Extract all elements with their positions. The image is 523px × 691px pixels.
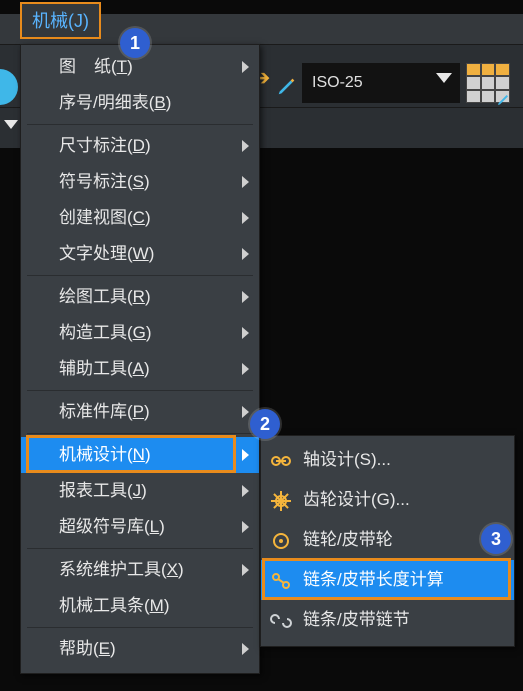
submenu-item-1[interactable]: 齿轮设计(G)... [261,480,514,520]
chevron-right-icon [242,327,249,339]
menu-item-6[interactable]: 绘图工具(R) [21,279,259,315]
sprocket-icon [269,528,293,552]
menu-item-label: 标准件库(P) [59,402,150,421]
separator [27,390,253,391]
chevron-down-icon[interactable] [4,120,18,129]
separator [27,627,253,628]
menu-item-label: 帮助(E) [59,639,116,658]
separator [27,548,253,549]
menu-item-label: 系统维护工具(X) [59,560,184,579]
mechanical-design-submenu: 轴设计(S)... 齿轮设计(G)... 链轮/皮带轮链条/皮带长度计算链条/皮带链… [260,435,515,647]
callout-badge-2: 2 [250,409,280,439]
menu-item-1[interactable]: 序号/明细表(B) [21,85,259,121]
menu-item-label: 符号标注(S) [59,172,150,191]
chevron-right-icon [242,363,249,375]
table-style-button[interactable] [466,63,510,103]
separator [27,124,253,125]
menu-item-12[interactable]: 超级符号库(L) [21,509,259,545]
chevron-right-icon [242,406,249,418]
menu-item-label: 辅助工具(A) [59,359,150,378]
chevron-right-icon [242,564,249,576]
menu-item-2[interactable]: 尺寸标注(D) [21,128,259,164]
chevron-right-icon [242,212,249,224]
mechanical-menu: 图纸(T) 序号/明细表(B) 尺寸标注(D) 符号标注(S) 创建视图(C) 文字处理(… [20,44,260,674]
gear-icon [269,488,293,512]
submenu-item-4[interactable]: 链条/皮带链节 [261,600,514,640]
menu-item-9[interactable]: 标准件库(P) [21,394,259,430]
menu-item-4[interactable]: 创建视图(C) [21,200,259,236]
ribbon-tab-handle[interactable] [0,69,18,105]
menu-item-10[interactable]: 机械设计(N) [21,437,259,473]
menu-item-15[interactable]: 帮助(E) [21,631,259,667]
menu-item-3[interactable]: 符号标注(S) [21,164,259,200]
menu-item-label: 序号/明细表(B) [59,93,171,112]
menu-mechanical[interactable]: 机械(J) [20,2,101,39]
menu-item-label: 绘图工具(R) [59,287,151,306]
chevron-right-icon [242,643,249,655]
menu-item-label: 尺寸标注(D) [59,136,151,155]
chevron-right-icon [242,485,249,497]
menu-item-8[interactable]: 辅助工具(A) [21,351,259,387]
chain-length-icon [269,568,293,592]
submenu-item-label: 链条/皮带长度计算 [303,570,444,589]
menu-item-label: 超级符号库(L) [59,517,165,536]
menu-item-13[interactable]: 系统维护工具(X) [21,552,259,588]
chevron-right-icon [242,521,249,533]
callout-badge-3: 3 [481,524,511,554]
callout-badge-1: 1 [120,28,150,58]
menu-item-label: 报表工具(J) [59,481,147,500]
shaft-icon [269,448,293,472]
chevron-right-icon [242,449,249,461]
submenu-item-label: 齿轮设计(G)... [303,490,410,509]
menu-item-label: 图纸(T) [59,57,133,76]
chevron-down-icon [436,73,452,83]
submenu-item-0[interactable]: 轴设计(S)... [261,440,514,480]
pencil-icon [276,75,298,97]
chain-link-icon [269,608,293,632]
menu-item-label: 文字处理(W) [59,244,154,263]
chevron-right-icon [242,248,249,260]
separator [27,433,253,434]
submenu-item-3[interactable]: 链条/皮带长度计算 [261,560,514,600]
submenu-item-label: 链条/皮带链节 [303,610,410,629]
menu-item-label: 机械设计(N) [59,445,151,464]
chevron-right-icon [242,140,249,152]
menu-item-label: 创建视图(C) [59,208,151,227]
dimstyle-select[interactable]: ISO-25 [302,63,460,103]
submenu-item-label: 链轮/皮带轮 [303,530,393,549]
menu-item-label: 机械工具条(M) [59,596,170,615]
menu-item-label: 构造工具(G) [59,323,152,342]
pencil-icon [496,91,512,107]
menu-item-7[interactable]: 构造工具(G) [21,315,259,351]
submenu-item-2[interactable]: 链轮/皮带轮 [261,520,514,560]
separator [27,275,253,276]
chevron-right-icon [242,176,249,188]
menu-item-5[interactable]: 文字处理(W) [21,236,259,272]
submenu-item-label: 轴设计(S)... [303,450,391,469]
chevron-right-icon [242,61,249,73]
menu-item-11[interactable]: 报表工具(J) [21,473,259,509]
menu-item-14[interactable]: 机械工具条(M) [21,588,259,624]
dimstyle-value: ISO-25 [312,74,363,92]
chevron-right-icon [242,291,249,303]
